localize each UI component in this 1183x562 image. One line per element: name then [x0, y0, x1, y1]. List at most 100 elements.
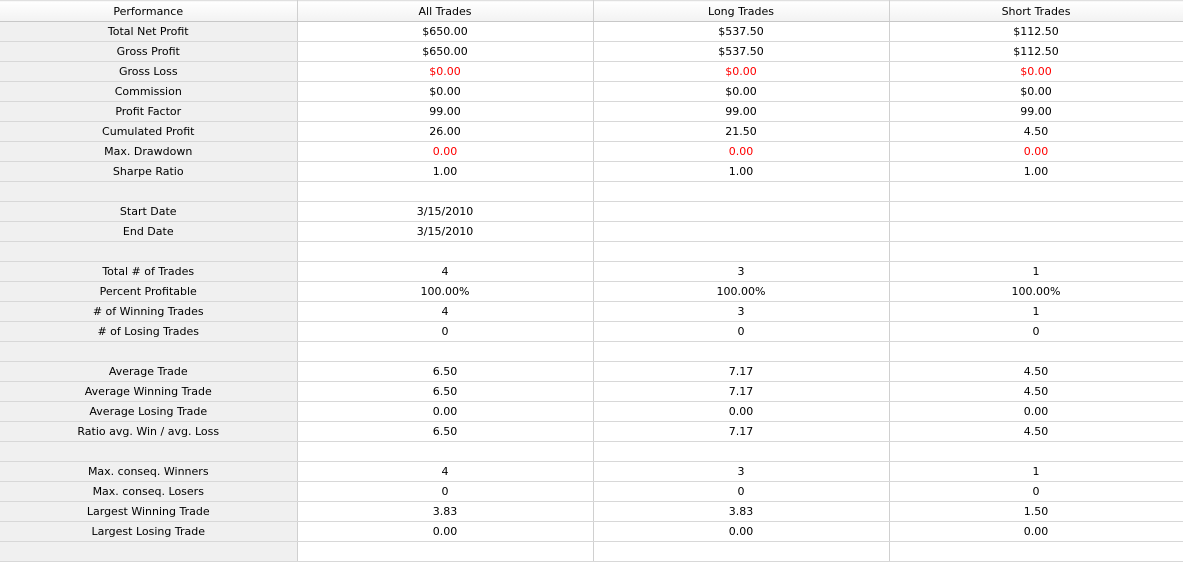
table-row[interactable]: Percent Profitable 100.00% 100.00% 100.00%: [0, 281, 1183, 302]
all-trades-cell: [297, 241, 594, 262]
table-row[interactable]: Start Date 3/15/2010: [0, 201, 1183, 222]
short-trades-cell: $0.00: [889, 61, 1183, 82]
all-trades-cell: 6.50: [297, 421, 594, 442]
row-label: # of Winning Trades: [0, 301, 298, 322]
table-row[interactable]: Largest Losing Trade 0.00 0.00 0.00: [0, 521, 1183, 542]
long-trades-cell: $0.00: [593, 61, 890, 82]
long-trades-cell: 100.00%: [593, 281, 890, 302]
row-label: Cumulated Profit: [0, 121, 298, 142]
long-trades-cell: 7.17: [593, 381, 890, 402]
long-trades-cell: [593, 341, 890, 362]
all-trades-cell: 4: [297, 261, 594, 282]
column-header-all-trades[interactable]: All Trades: [297, 0, 594, 22]
table-row[interactable]: Total # of Trades 4 3 1: [0, 261, 1183, 282]
table-row[interactable]: End Date 3/15/2010: [0, 221, 1183, 242]
all-trades-cell: [297, 181, 594, 202]
short-trades-cell: 1: [889, 461, 1183, 482]
long-trades-cell: [593, 181, 890, 202]
long-trades-cell: 7.17: [593, 421, 890, 442]
table-row[interactable]: Max. conseq. Winners 4 3 1: [0, 461, 1183, 482]
long-trades-cell: 21.50: [593, 121, 890, 142]
row-label: Percent Profitable: [0, 281, 298, 302]
short-trades-cell: [889, 181, 1183, 202]
short-trades-cell: 99.00: [889, 101, 1183, 122]
short-trades-cell: 100.00%: [889, 281, 1183, 302]
short-trades-cell: [889, 341, 1183, 362]
short-trades-cell: [889, 441, 1183, 462]
row-label: [0, 181, 298, 202]
long-trades-cell: [593, 541, 890, 562]
row-label: Gross Loss: [0, 61, 298, 82]
table-row[interactable]: Average Trade 6.50 7.17 4.50: [0, 361, 1183, 382]
short-trades-cell: $112.50: [889, 41, 1183, 62]
table-row[interactable]: Cumulated Profit 26.00 21.50 4.50: [0, 121, 1183, 142]
all-trades-cell: $0.00: [297, 61, 594, 82]
long-trades-cell: 7.17: [593, 361, 890, 382]
all-trades-cell: 0.00: [297, 521, 594, 542]
row-label: End Date: [0, 221, 298, 242]
short-trades-cell: 1: [889, 301, 1183, 322]
table-row[interactable]: Average Losing Trade 0.00 0.00 0.00: [0, 401, 1183, 422]
short-trades-cell: 4.50: [889, 361, 1183, 382]
row-label: Total # of Trades: [0, 261, 298, 282]
row-label: # of Losing Trades: [0, 321, 298, 342]
short-trades-cell: [889, 221, 1183, 242]
long-trades-cell: 0: [593, 481, 890, 502]
header-row: Performance All Trades Long Trades Short…: [0, 0, 1183, 22]
row-label: Average Losing Trade: [0, 401, 298, 422]
short-trades-cell: $112.50: [889, 21, 1183, 42]
row-label: Average Trade: [0, 361, 298, 382]
long-trades-cell: 3.83: [593, 501, 890, 522]
all-trades-cell: 3.83: [297, 501, 594, 522]
table-row[interactable]: Commission $0.00 $0.00 $0.00: [0, 81, 1183, 102]
table-row[interactable]: Largest Winning Trade 3.83 3.83 1.50: [0, 501, 1183, 522]
table-row[interactable]: # of Winning Trades 4 3 1: [0, 301, 1183, 322]
column-header-short-trades[interactable]: Short Trades: [889, 0, 1183, 22]
table-row[interactable]: Average Winning Trade 6.50 7.17 4.50: [0, 381, 1183, 402]
all-trades-cell: $0.00: [297, 81, 594, 102]
all-trades-cell: [297, 441, 594, 462]
short-trades-cell: 4.50: [889, 421, 1183, 442]
long-trades-cell: 3: [593, 301, 890, 322]
long-trades-cell: [593, 221, 890, 242]
short-trades-cell: 1.00: [889, 161, 1183, 182]
table-row[interactable]: Gross Loss $0.00 $0.00 $0.00: [0, 61, 1183, 82]
column-header-performance[interactable]: Performance: [0, 0, 298, 22]
row-label: Commission: [0, 81, 298, 102]
table-row[interactable]: [0, 181, 1183, 202]
row-label: Max. conseq. Winners: [0, 461, 298, 482]
table-row[interactable]: Sharpe Ratio 1.00 1.00 1.00: [0, 161, 1183, 182]
all-trades-cell: 6.50: [297, 381, 594, 402]
row-label: Sharpe Ratio: [0, 161, 298, 182]
table-row[interactable]: Gross Profit $650.00 $537.50 $112.50: [0, 41, 1183, 62]
table-row[interactable]: [0, 541, 1183, 562]
table-row[interactable]: Ratio avg. Win / avg. Loss 6.50 7.17 4.50: [0, 421, 1183, 442]
table-row[interactable]: Max. Drawdown 0.00 0.00 0.00: [0, 141, 1183, 162]
long-trades-cell: [593, 241, 890, 262]
short-trades-cell: [889, 241, 1183, 262]
long-trades-cell: 0.00: [593, 401, 890, 422]
short-trades-cell: 4.50: [889, 121, 1183, 142]
all-trades-cell: [297, 341, 594, 362]
table-row[interactable]: Total Net Profit $650.00 $537.50 $112.50: [0, 21, 1183, 42]
all-trades-cell: 1.00: [297, 161, 594, 182]
row-label: [0, 441, 298, 462]
short-trades-cell: 1.50: [889, 501, 1183, 522]
table-row[interactable]: # of Losing Trades 0 0 0: [0, 321, 1183, 342]
row-label: [0, 341, 298, 362]
table-row[interactable]: [0, 441, 1183, 462]
short-trades-cell: 0.00: [889, 401, 1183, 422]
short-trades-cell: [889, 541, 1183, 562]
table-row[interactable]: Max. conseq. Losers 0 0 0: [0, 481, 1183, 502]
row-label: Max. conseq. Losers: [0, 481, 298, 502]
all-trades-cell: [297, 541, 594, 562]
table-row[interactable]: [0, 241, 1183, 262]
all-trades-cell: 6.50: [297, 361, 594, 382]
short-trades-cell: 0: [889, 481, 1183, 502]
long-trades-cell: 99.00: [593, 101, 890, 122]
table-row[interactable]: Profit Factor 99.00 99.00 99.00: [0, 101, 1183, 122]
row-label: Largest Losing Trade: [0, 521, 298, 542]
column-header-long-trades[interactable]: Long Trades: [593, 0, 890, 22]
table-row[interactable]: [0, 341, 1183, 362]
all-trades-cell: 3/15/2010: [297, 201, 594, 222]
